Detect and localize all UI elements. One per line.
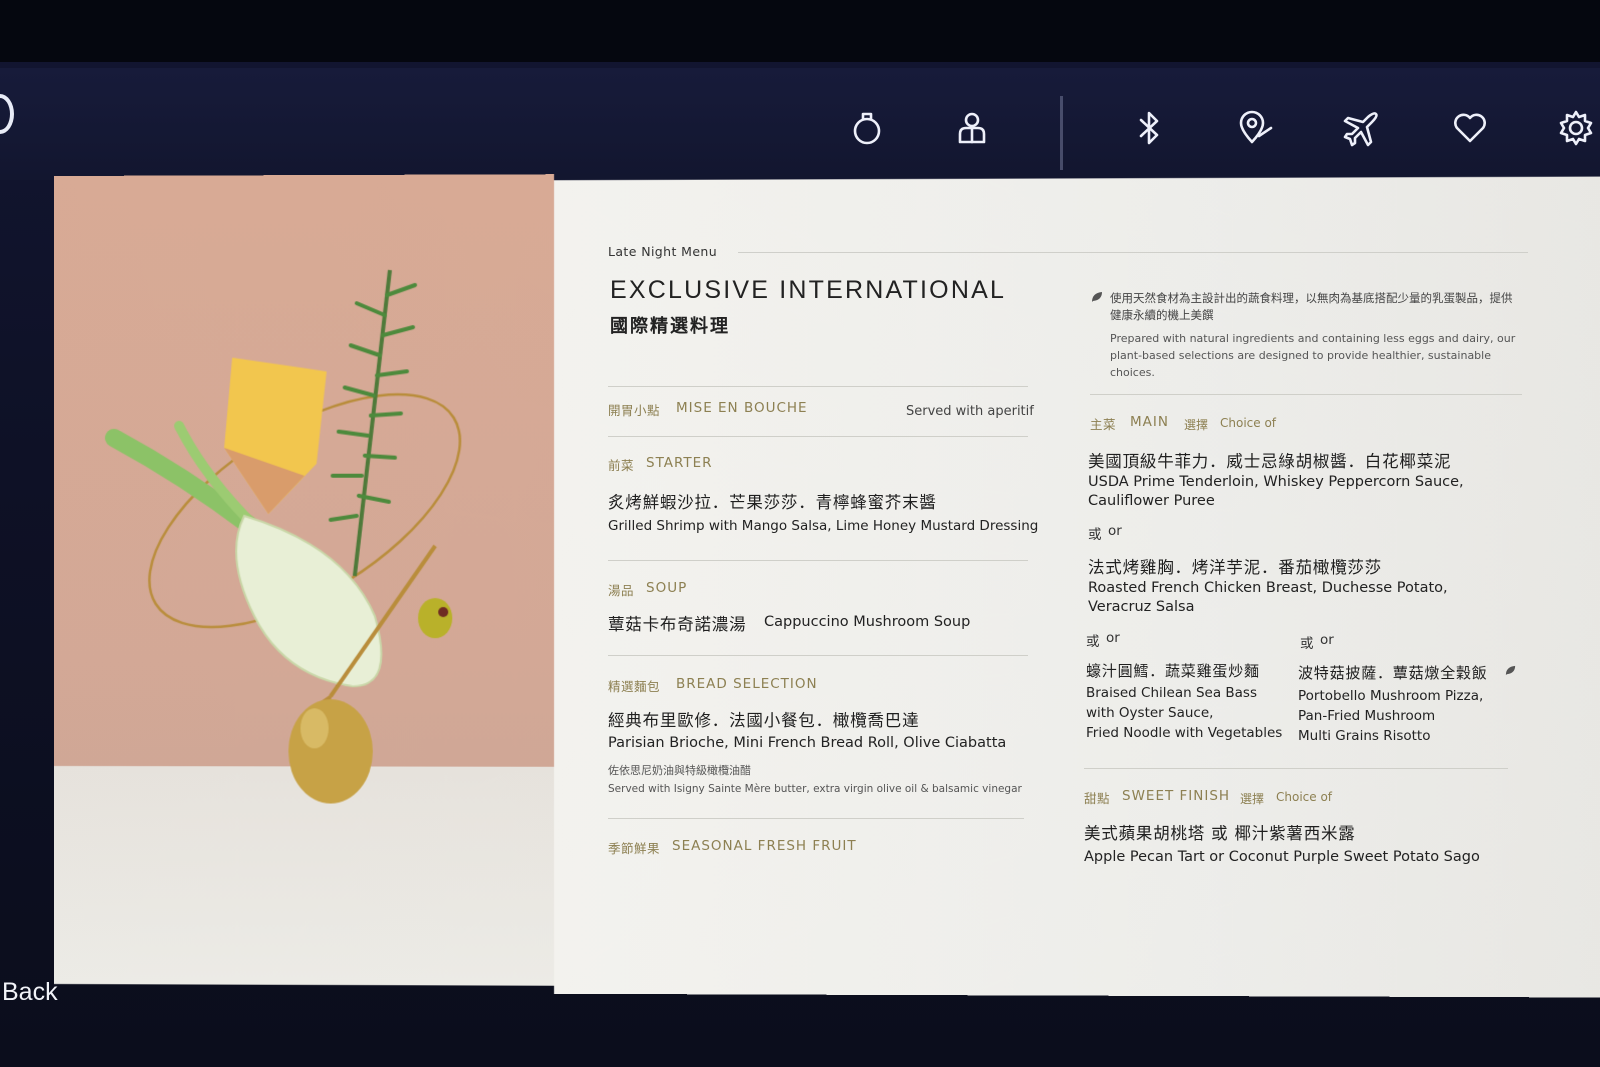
- bluetooth-icon[interactable]: [1125, 104, 1173, 152]
- mise-served-note: Served with aperitif: [906, 404, 1034, 419]
- main-or-en: or: [1108, 523, 1122, 539]
- menu-eyebrow: Late Night Menu: [608, 244, 718, 259]
- menu-photo: [54, 174, 555, 986]
- main-choice-zh: 選擇: [1184, 418, 1209, 432]
- main-bass-en-line1: Braised Chilean Sea Bass: [1086, 685, 1257, 701]
- mise-label-zh: 開胃小點: [608, 403, 661, 418]
- starter-label-en: STARTER: [646, 455, 713, 471]
- main-bass-en-line2: with Oyster Sauce,: [1086, 705, 1214, 721]
- bread-dish-zh: 經典布里歐修．法國小餐包．橄欖喬巴達: [608, 711, 920, 730]
- sweet-label-en: SWEET FINISH: [1122, 788, 1231, 804]
- bulb-icon[interactable]: [843, 104, 891, 152]
- starter-dish-zh: 炙烤鮮蝦沙拉．芒果莎莎．青檸蜂蜜芥末醬: [608, 493, 937, 512]
- main-bass-en-line3: Fried Noodle with Vegetables: [1086, 725, 1283, 741]
- main-pizza-zh: 波特菇披薩．蕈菇燉全穀飯: [1298, 664, 1488, 682]
- soup-label-zh: 湯品: [608, 583, 635, 598]
- nav-divider: [1060, 96, 1063, 170]
- main-or-zh-2: 或: [1086, 634, 1100, 650]
- divider: [608, 655, 1028, 656]
- mise-label-en: MISE EN BOUCHE: [676, 400, 808, 416]
- divider: [608, 386, 1028, 387]
- main-beef-en-line2: Cauliflower Puree: [1088, 493, 1215, 509]
- main-pizza-en-line2: Pan-Fried Mushroom: [1298, 708, 1436, 724]
- main-beef-zh: 美國頂級牛菲力．威士忌綠胡椒醬．白花椰菜泥: [1088, 452, 1452, 471]
- main-or-zh-3: 或: [1300, 636, 1314, 652]
- leaf-icon: [1092, 292, 1102, 302]
- bread-dish-en: Parisian Brioche, Mini French Bread Roll…: [608, 735, 1007, 751]
- heart-icon[interactable]: [1446, 104, 1494, 152]
- person-icon[interactable]: [948, 104, 996, 152]
- bread-served-en: Served with Isigny Sainte Mère butter, e…: [608, 783, 1022, 795]
- soup-dish-en: Cappuccino Mushroom Soup: [764, 614, 971, 630]
- main-or-en-3: or: [1320, 632, 1334, 648]
- main-pizza-en-line3: Multi Grains Risotto: [1298, 728, 1431, 744]
- back-button[interactable]: Back: [2, 978, 58, 1007]
- sweet-dish-zh: 美式蘋果胡桃塔 或 椰汁紫薯西米露: [1084, 824, 1356, 843]
- leaf-icon: [1505, 665, 1516, 676]
- sweet-label-zh: 甜點: [1084, 791, 1111, 806]
- starter-dish-en: Grilled Shrimp with Mango Salsa, Lime Ho…: [608, 518, 1039, 534]
- map-pin-icon[interactable]: [1231, 104, 1279, 152]
- main-bass-zh: 蠔汁圓鱈．蔬菜雞蛋炒麵: [1086, 662, 1260, 680]
- main-or-en-2: or: [1106, 630, 1120, 646]
- main-pizza-en-line1: Portobello Mushroom Pizza,: [1298, 688, 1484, 704]
- divider: [608, 436, 1028, 437]
- menu-title-zh: 國際精選料理: [610, 316, 730, 337]
- main-choice-en: Choice of: [1220, 416, 1277, 430]
- eyebrow-divider: [738, 252, 1528, 253]
- fruit-label-zh: 季節鮮果: [608, 841, 661, 856]
- bread-label-en: BREAD SELECTION: [676, 676, 818, 692]
- bread-label-zh: 精選麵包: [608, 679, 661, 694]
- main-chicken-zh: 法式烤雞胸．烤洋芋泥．番茄橄欖莎莎: [1088, 558, 1383, 577]
- divider: [608, 560, 1028, 561]
- sweet-choice-en: Choice of: [1276, 790, 1333, 804]
- plant-based-note-en: Prepared with natural ingredients and co…: [1110, 332, 1516, 379]
- main-or-zh: 或: [1088, 527, 1102, 543]
- main-label-en: MAIN: [1130, 414, 1169, 430]
- bread-served-zh: 佐依思尼奶油與特級橄欖油醋: [608, 764, 751, 777]
- divider: [1084, 768, 1508, 769]
- main-chicken-en-line1: Roasted French Chicken Breast, Duchesse …: [1088, 580, 1448, 596]
- divider: [1090, 394, 1522, 395]
- soup-label-en: SOUP: [646, 580, 688, 596]
- sweet-dish-en: Apple Pecan Tart or Coconut Purple Sweet…: [1084, 849, 1480, 865]
- menu-title-en: EXCLUSIVE INTERNATIONAL: [610, 276, 1007, 304]
- starter-label-zh: 前菜: [608, 458, 635, 473]
- main-label-zh: 主菜: [1090, 417, 1117, 432]
- main-chicken-en-line2: Veracruz Salsa: [1088, 599, 1195, 615]
- divider: [608, 818, 1024, 819]
- settings-icon[interactable]: [1552, 104, 1600, 152]
- fruit-label-en: SEASONAL FRESH FRUIT: [672, 838, 857, 854]
- airplane-icon[interactable]: [1338, 104, 1386, 152]
- soup-dish-zh: 蕈菇卡布奇諾濃湯: [608, 615, 747, 634]
- food-illustration: [104, 174, 554, 804]
- sweet-choice-zh: 選擇: [1240, 792, 1265, 806]
- main-beef-en-line1: USDA Prime Tenderloin, Whiskey Peppercor…: [1088, 474, 1464, 490]
- plant-based-note-zh: 使用天然食材為主設計出的蔬食料理，以無肉為基底搭配少量的乳蛋製品，提供健康永續的…: [1110, 291, 1513, 322]
